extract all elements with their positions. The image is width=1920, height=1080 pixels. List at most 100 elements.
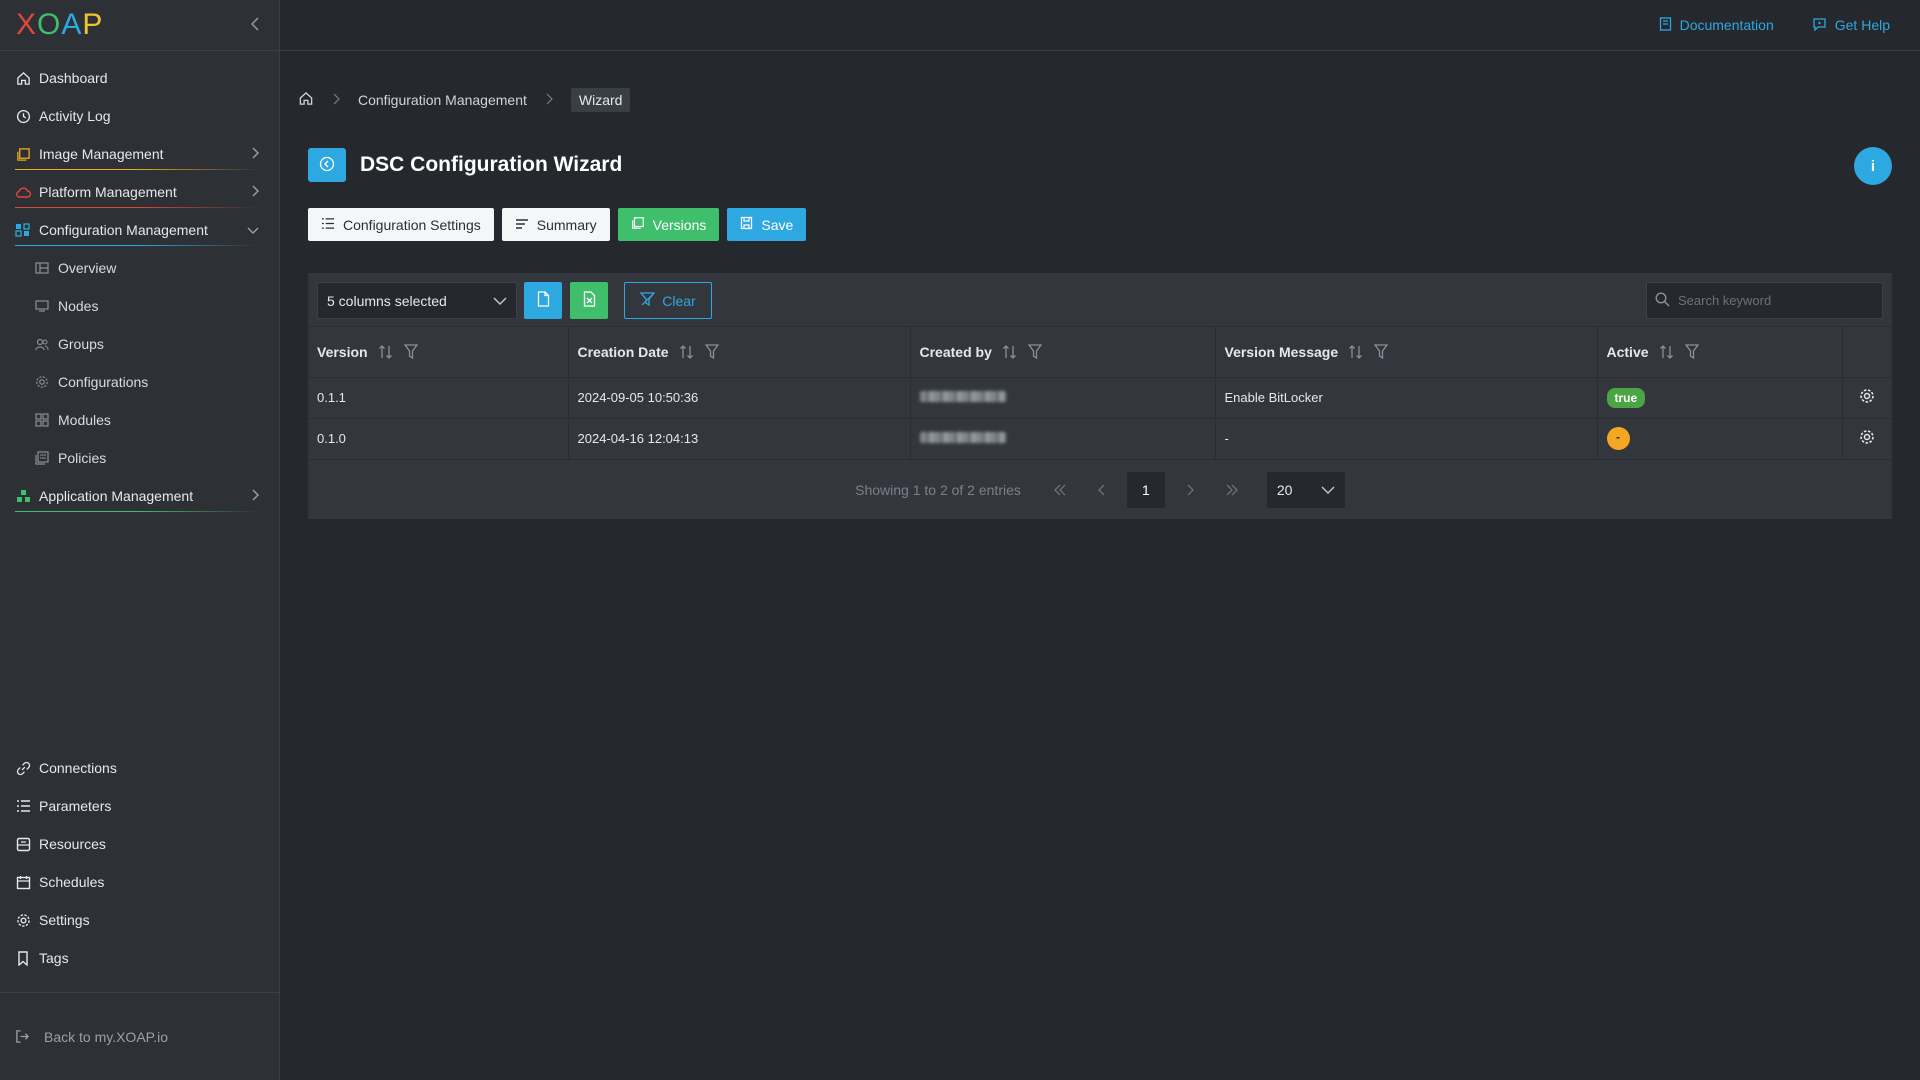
- back-button[interactable]: [308, 148, 346, 182]
- versions-label: Versions: [652, 216, 707, 233]
- next-page-icon[interactable]: [1169, 472, 1211, 508]
- back-arrow-icon: [319, 156, 335, 175]
- sidebar-item-label: Configuration Management: [39, 222, 208, 238]
- gear-icon: [34, 374, 50, 390]
- sidebar-item-tags[interactable]: Tags: [0, 939, 279, 977]
- filter-icon[interactable]: [704, 344, 719, 360]
- sidebar-item-schedules[interactable]: Schedules: [0, 863, 279, 901]
- versions-button[interactable]: Versions: [617, 208, 720, 241]
- sidebar-subitem-groups[interactable]: Groups: [0, 325, 279, 363]
- cell-version-message: Enable BitLocker: [1215, 377, 1598, 419]
- sidebar-item-label: Connections: [39, 760, 117, 776]
- active-unset-badge: -: [1606, 427, 1630, 450]
- filter-icon[interactable]: [1027, 344, 1042, 360]
- sort-icon[interactable]: [1659, 344, 1675, 360]
- filter-icon[interactable]: [1684, 344, 1699, 360]
- sidebar-item-image-management[interactable]: Image Management: [0, 135, 279, 173]
- summary-icon: [515, 217, 529, 233]
- cell-version-message: -: [1215, 418, 1598, 460]
- search-input[interactable]: [1678, 293, 1868, 308]
- versions-icon: [631, 216, 645, 233]
- export-csv-button[interactable]: [524, 282, 562, 319]
- page-size-select[interactable]: 20: [1266, 472, 1345, 508]
- column-header-label: Active: [1606, 343, 1649, 360]
- sidebar-item-activity-log[interactable]: Activity Log: [0, 97, 279, 135]
- export-excel-button[interactable]: [570, 282, 608, 319]
- image-icon: [15, 146, 31, 162]
- info-button[interactable]: i: [1854, 147, 1892, 185]
- sidebar-item-configuration-management[interactable]: Configuration Management: [0, 211, 279, 249]
- top-bar: Documentation Get Help: [280, 0, 1920, 51]
- sidebar-item-label: Policies: [58, 450, 107, 466]
- filter-icon[interactable]: [1374, 344, 1389, 360]
- page-number-current[interactable]: 1: [1126, 472, 1165, 508]
- prev-page-icon[interactable]: [1081, 472, 1123, 508]
- sidebar-subitem-overview[interactable]: Overview: [0, 249, 279, 287]
- get-help-link[interactable]: Get Help: [1812, 17, 1890, 34]
- documentation-link[interactable]: Documentation: [1659, 16, 1774, 34]
- sidebar-item-parameters[interactable]: Parameters: [0, 787, 279, 825]
- config-icon: [15, 222, 31, 238]
- sidebar-item-settings[interactable]: Settings: [0, 901, 279, 939]
- sidebar-item-connections[interactable]: Connections: [0, 749, 279, 787]
- sidebar-item-platform-management[interactable]: Platform Management: [0, 173, 279, 211]
- sort-icon[interactable]: [378, 344, 394, 360]
- sidebar-item-dashboard[interactable]: Dashboard: [0, 59, 279, 97]
- sidebar-item-label: Tags: [39, 950, 69, 966]
- table-row[interactable]: 0.1.0 2024-04-16 12:04:13 - -: [308, 418, 1892, 460]
- pagination: Showing 1 to 2 of 2 entries 1 20: [308, 472, 1892, 508]
- home-icon: [15, 70, 31, 86]
- first-page-icon[interactable]: [1039, 472, 1081, 508]
- save-label: Save: [761, 216, 794, 233]
- apps-icon: [15, 488, 31, 504]
- back-to-xoap-link[interactable]: Back to my.XOAP.io: [0, 992, 279, 1080]
- sidebar-subitem-configurations[interactable]: Configurations: [0, 363, 279, 401]
- column-header-version: Version: [308, 327, 569, 378]
- xoap-logo[interactable]: X O A P: [16, 10, 103, 40]
- columns-select[interactable]: 5 columns selected: [317, 282, 517, 319]
- cell-active: true: [1597, 377, 1843, 419]
- cell-actions: [1842, 377, 1892, 419]
- sort-icon[interactable]: [1348, 344, 1364, 360]
- sidebar-subitem-modules[interactable]: Modules: [0, 401, 279, 439]
- sidebar-item-label: Dashboard: [39, 70, 108, 86]
- search-box: [1646, 282, 1883, 319]
- filter-clear-icon: [639, 292, 656, 309]
- redacted-user: [919, 432, 1006, 443]
- column-header-label: Version Message: [1224, 343, 1339, 360]
- sidebar-item-application-management[interactable]: Application Management: [0, 477, 279, 515]
- sort-icon[interactable]: [679, 344, 695, 360]
- logo-letter: O: [37, 8, 62, 41]
- breadcrumb-configuration-management[interactable]: Configuration Management: [358, 92, 527, 108]
- active-true-badge: true: [1606, 387, 1646, 408]
- users-icon: [34, 336, 50, 352]
- clear-filters-button[interactable]: Clear: [624, 282, 712, 319]
- sidebar-item-label: Image Management: [39, 146, 164, 162]
- home-icon[interactable]: [298, 91, 314, 109]
- sidebar-item-label: Resources: [39, 836, 106, 852]
- cell-active: -: [1597, 418, 1843, 460]
- column-header-creation-date: Creation Date: [568, 327, 911, 378]
- documentation-label: Documentation: [1679, 17, 1774, 33]
- save-button[interactable]: Save: [727, 208, 807, 241]
- sidebar-bottom-nav: Connections Parameters Resources Schedul…: [0, 749, 279, 977]
- configuration-settings-button[interactable]: Configuration Settings: [308, 208, 494, 241]
- sidebar-subitem-nodes[interactable]: Nodes: [0, 287, 279, 325]
- gear-icon: [15, 912, 31, 928]
- column-header-actions: [1842, 327, 1892, 378]
- file-icon: [537, 291, 550, 310]
- table-row[interactable]: 0.1.1 2024-09-05 10:50:36 Enable BitLock…: [308, 377, 1892, 419]
- sidebar-subitem-policies[interactable]: Policies: [0, 439, 279, 477]
- collapse-sidebar-icon[interactable]: [249, 14, 261, 36]
- gear-icon[interactable]: [1859, 389, 1875, 407]
- logo-letter: A: [61, 8, 83, 41]
- clock-icon: [15, 108, 31, 124]
- sidebar-item-label: Schedules: [39, 874, 105, 890]
- sidebar-item-resources[interactable]: Resources: [0, 825, 279, 863]
- filter-icon[interactable]: [403, 344, 418, 360]
- gear-icon[interactable]: [1859, 430, 1875, 448]
- summary-button[interactable]: Summary: [501, 208, 610, 241]
- last-page-icon[interactable]: [1211, 472, 1253, 508]
- breadcrumb-current: Wizard: [570, 88, 631, 112]
- sort-icon[interactable]: [1002, 344, 1018, 360]
